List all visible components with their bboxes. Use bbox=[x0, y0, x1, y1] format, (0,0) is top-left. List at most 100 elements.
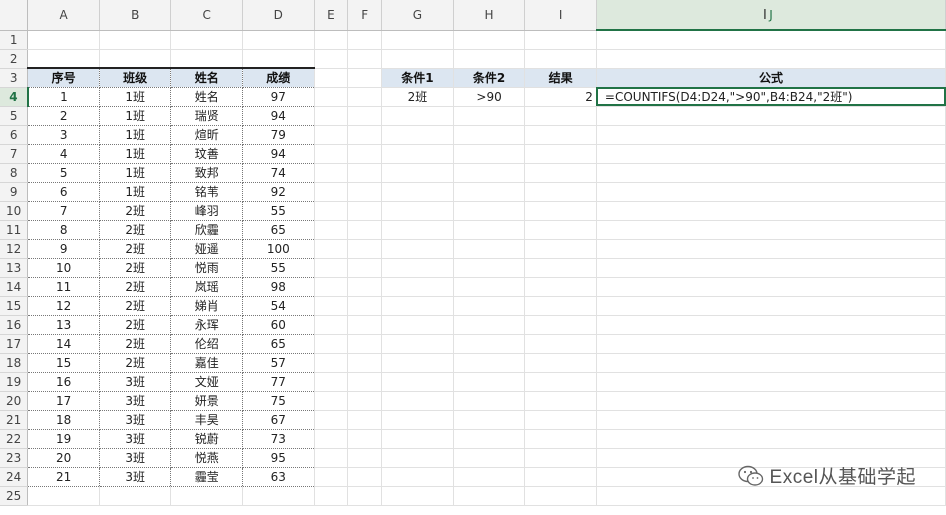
table-cell[interactable]: 3班 bbox=[99, 448, 172, 468]
cell-i24[interactable] bbox=[524, 467, 597, 487]
table-cell[interactable]: 3班 bbox=[99, 391, 172, 411]
table-cell[interactable]: 54 bbox=[242, 296, 315, 316]
table-cell[interactable]: 嘉佳 bbox=[170, 353, 243, 373]
cell-i14[interactable] bbox=[524, 277, 597, 297]
table-cell[interactable]: 悦燕 bbox=[170, 448, 243, 468]
cell-g11[interactable] bbox=[381, 220, 454, 240]
cell-i12[interactable] bbox=[524, 239, 597, 259]
cell-h24[interactable] bbox=[453, 467, 526, 487]
table-cell[interactable]: 77 bbox=[242, 372, 315, 392]
table-cell[interactable]: 94 bbox=[242, 106, 315, 126]
cell-f4[interactable] bbox=[347, 87, 383, 107]
cell-g23[interactable] bbox=[381, 448, 454, 468]
cell-j17[interactable] bbox=[596, 334, 946, 354]
table-cell[interactable]: 17 bbox=[27, 391, 100, 411]
table-header-cell[interactable]: 班级 bbox=[98, 67, 172, 88]
cell-g16[interactable] bbox=[381, 315, 454, 335]
cell-j5[interactable] bbox=[596, 106, 946, 126]
cell-h25[interactable] bbox=[453, 486, 526, 506]
cell-h15[interactable] bbox=[453, 296, 526, 316]
cell-g21[interactable] bbox=[381, 410, 454, 430]
table-cell[interactable]: 1班 bbox=[99, 106, 172, 126]
row-header-2[interactable]: 2 bbox=[0, 49, 29, 69]
cell-i20[interactable] bbox=[524, 391, 597, 411]
table-cell[interactable]: 永珲 bbox=[170, 315, 243, 335]
table-cell[interactable]: 67 bbox=[242, 410, 315, 430]
cell-i18[interactable] bbox=[524, 353, 597, 373]
table-cell[interactable]: 瑞贤 bbox=[170, 106, 243, 126]
cell-a25[interactable] bbox=[27, 486, 100, 506]
cell-d2[interactable] bbox=[242, 49, 315, 69]
table-cell[interactable]: 19 bbox=[27, 429, 100, 449]
cell-j9[interactable] bbox=[596, 182, 946, 202]
table-cell[interactable]: 13 bbox=[27, 315, 100, 335]
cell-g25[interactable] bbox=[381, 486, 454, 506]
cell-e4[interactable] bbox=[314, 87, 349, 107]
table-cell[interactable]: 63 bbox=[242, 467, 315, 487]
cell-i25[interactable] bbox=[524, 486, 597, 506]
cell-f2[interactable] bbox=[347, 49, 383, 69]
row-header-7[interactable]: 7 bbox=[0, 144, 29, 164]
cell-g7[interactable] bbox=[381, 144, 454, 164]
cell-g13[interactable] bbox=[381, 258, 454, 278]
cell-e21[interactable] bbox=[314, 410, 349, 430]
cell-e7[interactable] bbox=[314, 144, 349, 164]
row-header-10[interactable]: 10 bbox=[0, 201, 29, 221]
cell-b2[interactable] bbox=[99, 49, 172, 69]
cell-i15[interactable] bbox=[524, 296, 597, 316]
cell-b25[interactable] bbox=[99, 486, 172, 506]
cell-e6[interactable] bbox=[314, 125, 349, 145]
row-header-19[interactable]: 19 bbox=[0, 372, 29, 392]
table-cell[interactable]: 铭苇 bbox=[170, 182, 243, 202]
cell-i19[interactable] bbox=[524, 372, 597, 392]
cell-g9[interactable] bbox=[381, 182, 454, 202]
cell-h9[interactable] bbox=[453, 182, 526, 202]
cell-g22[interactable] bbox=[381, 429, 454, 449]
cell-h6[interactable] bbox=[453, 125, 526, 145]
cell-f15[interactable] bbox=[347, 296, 383, 316]
table-cell[interactable]: 峰羽 bbox=[170, 201, 243, 221]
row-header-21[interactable]: 21 bbox=[0, 410, 29, 430]
table-cell[interactable]: 98 bbox=[242, 277, 315, 297]
row-header-20[interactable]: 20 bbox=[0, 391, 29, 411]
cell-f17[interactable] bbox=[347, 334, 383, 354]
table-cell[interactable]: 锐蔚 bbox=[170, 429, 243, 449]
cell-h20[interactable] bbox=[453, 391, 526, 411]
table-cell[interactable]: 2班 bbox=[99, 296, 172, 316]
cell-f25[interactable] bbox=[347, 486, 383, 506]
cell-g10[interactable] bbox=[381, 201, 454, 221]
cell-f23[interactable] bbox=[347, 448, 383, 468]
cell-j7[interactable] bbox=[596, 144, 946, 164]
table-cell[interactable]: 79 bbox=[242, 125, 315, 145]
cell-g20[interactable] bbox=[381, 391, 454, 411]
cell-h13[interactable] bbox=[453, 258, 526, 278]
cell-e16[interactable] bbox=[314, 315, 349, 335]
table-cell[interactable]: 55 bbox=[242, 201, 315, 221]
cell-e19[interactable] bbox=[314, 372, 349, 392]
row-header-3[interactable]: 3 bbox=[0, 68, 29, 88]
cell-d1[interactable] bbox=[242, 30, 315, 50]
table-cell[interactable]: 1班 bbox=[99, 87, 172, 107]
table-cell[interactable]: 2班 bbox=[99, 239, 172, 259]
row-header-8[interactable]: 8 bbox=[0, 163, 29, 183]
cell-g19[interactable] bbox=[381, 372, 454, 392]
cell-g24[interactable] bbox=[381, 467, 454, 487]
table-cell[interactable]: 100 bbox=[242, 239, 315, 259]
table-cell[interactable]: 74 bbox=[242, 163, 315, 183]
row-header-22[interactable]: 22 bbox=[0, 429, 29, 449]
table-cell[interactable]: 7 bbox=[27, 201, 100, 221]
table-cell[interactable]: 2班 bbox=[99, 315, 172, 335]
cell-c25[interactable] bbox=[170, 486, 243, 506]
cell-e8[interactable] bbox=[314, 163, 349, 183]
cell-j20[interactable] bbox=[596, 391, 946, 411]
cell-g8[interactable] bbox=[381, 163, 454, 183]
cell-i9[interactable] bbox=[524, 182, 597, 202]
cell-d25[interactable] bbox=[242, 486, 315, 506]
cell-f14[interactable] bbox=[347, 277, 383, 297]
cell-f19[interactable] bbox=[347, 372, 383, 392]
table-cell[interactable]: 9 bbox=[27, 239, 100, 259]
cell-g5[interactable] bbox=[381, 106, 454, 126]
cell-i21[interactable] bbox=[524, 410, 597, 430]
cell-h1[interactable] bbox=[453, 30, 526, 50]
cell-e1[interactable] bbox=[314, 30, 349, 50]
